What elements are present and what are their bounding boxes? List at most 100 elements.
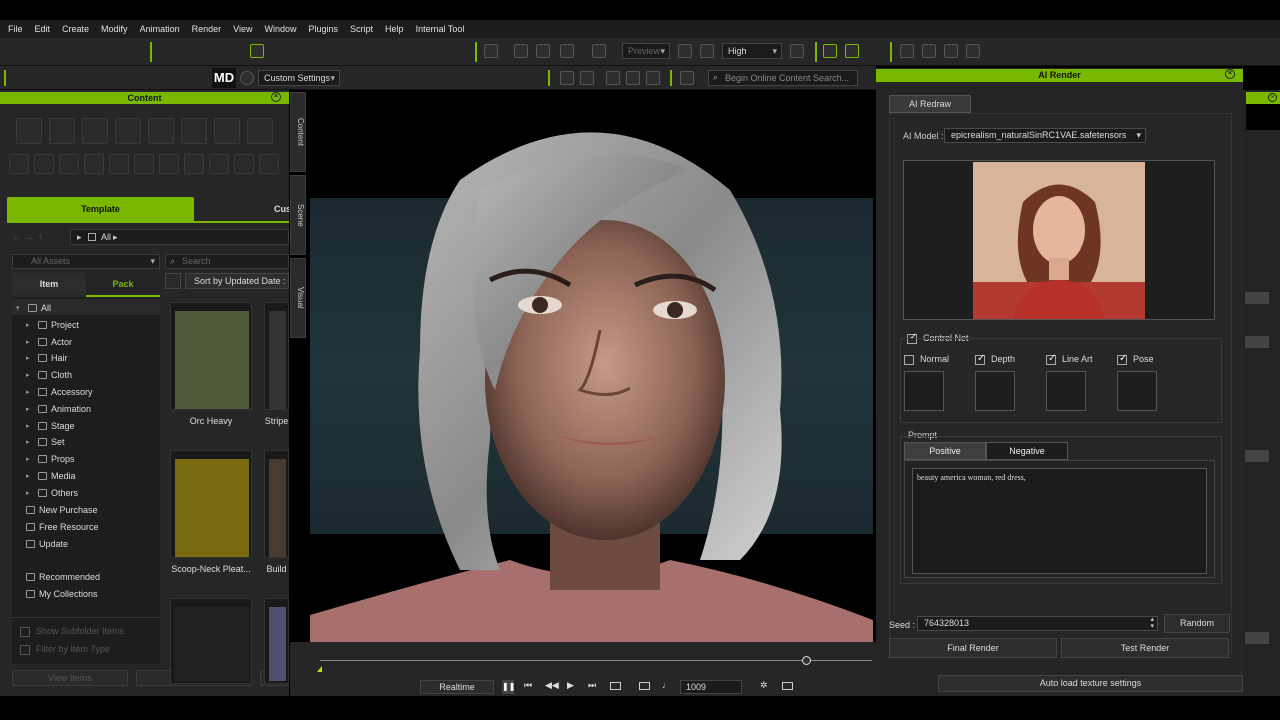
frame-number-field[interactable]: 1009 [680, 680, 742, 694]
ai-model-dropdown[interactable]: epicrealism_naturalSinRC1VAE.safetensors… [944, 128, 1146, 143]
test-render-button[interactable]: Test Render [1061, 638, 1229, 658]
close-icon[interactable]: × [1225, 69, 1235, 79]
audio-icon[interactable]: ♩ [662, 680, 671, 690]
menu-item-window[interactable]: Window [258, 24, 302, 34]
filter-slot[interactable] [159, 154, 179, 174]
plugin-icon[interactable] [680, 71, 694, 85]
strip-button[interactable] [1245, 632, 1269, 644]
link-update[interactable]: Update [26, 536, 68, 552]
expand-arrow-icon[interactable]: ▸ [26, 455, 34, 463]
filter-slot[interactable] [259, 154, 279, 174]
view-items-button[interactable]: View Items [12, 670, 128, 686]
checkbox[interactable] [1046, 353, 1056, 365]
pause-icon[interactable]: ❚❚ [502, 680, 515, 694]
flag-icon[interactable] [922, 44, 936, 58]
render-icon[interactable] [700, 44, 714, 58]
assets-filter-dropdown[interactable]: All Assets ▾ [12, 254, 160, 269]
expand-arrow-icon[interactable]: ▸ [26, 489, 34, 497]
content-type-icon[interactable] [247, 118, 273, 144]
asset-thumbnail[interactable] [170, 450, 252, 558]
settings-gear-icon[interactable]: ✲ [760, 680, 768, 691]
expand-arrow-icon[interactable]: ▸ [26, 354, 34, 362]
view-icon[interactable] [592, 44, 606, 58]
zoom-icon[interactable] [514, 44, 528, 58]
gizmo-icon[interactable] [845, 44, 859, 58]
close-icon[interactable]: × [271, 92, 281, 102]
list-icon[interactable] [966, 44, 980, 58]
expand-arrow-icon[interactable]: ▸ [26, 371, 34, 379]
quality-dropdown[interactable]: High [722, 43, 782, 59]
select-tool-icon[interactable] [250, 44, 264, 58]
filter-slot[interactable] [209, 154, 229, 174]
control-net-preview[interactable] [1046, 371, 1086, 411]
content-type-icon[interactable] [214, 118, 240, 144]
breadcrumb-all[interactable]: All [101, 232, 111, 242]
menu-item-render[interactable]: Render [186, 24, 228, 34]
tab-ai-redraw[interactable]: AI Redraw [889, 95, 971, 113]
side-tab-scene[interactable]: Scene [290, 175, 306, 255]
menu-item-plugins[interactable]: Plugins [303, 24, 345, 34]
caption-icon[interactable] [639, 682, 650, 690]
asset-thumbnail[interactable] [264, 450, 289, 558]
tree-item-cloth[interactable]: ▸ Cloth [26, 367, 72, 383]
strip-button[interactable] [1245, 292, 1269, 304]
expand-arrow-icon[interactable]: ▾ [16, 304, 24, 312]
checkbox[interactable] [1117, 353, 1127, 365]
preview-dropdown[interactable]: Preview [622, 43, 670, 59]
layout-icon[interactable] [606, 71, 620, 85]
grid-icon[interactable] [900, 44, 914, 58]
expand-arrow-icon[interactable]: ▸ [26, 321, 34, 329]
prompt-textarea[interactable]: beauty america woman, red dress, [912, 468, 1207, 574]
control-net-preview[interactable] [975, 371, 1015, 411]
content-type-icon[interactable] [181, 118, 207, 144]
extra-recommended[interactable]: Recommended [26, 569, 100, 585]
link-new-purchase[interactable]: New Purchase [26, 502, 98, 518]
expand-arrow-icon[interactable]: ▸ [26, 405, 34, 413]
tree-item-set[interactable]: ▸ Set [26, 434, 65, 450]
tab-positive[interactable]: Positive [904, 442, 986, 460]
3d-viewport[interactable] [310, 90, 873, 642]
tree-item-actor[interactable]: ▸ Actor [26, 334, 72, 350]
timeline-track[interactable] [320, 660, 872, 661]
box-icon[interactable] [646, 71, 660, 85]
expand-arrow-icon[interactable]: ▸ [26, 422, 34, 430]
pen-icon[interactable] [944, 44, 958, 58]
loop-icon[interactable] [610, 682, 621, 690]
menu-item-internal-tool[interactable]: Internal Tool [410, 24, 471, 34]
spinner-icon[interactable]: ▴ ▾ [1150, 616, 1154, 630]
subtab-item[interactable]: Item [12, 273, 86, 295]
render-preset-dropdown[interactable]: Custom Settings [258, 70, 340, 86]
gizmo-icon[interactable] [823, 44, 837, 58]
sort-dropdown[interactable]: Sort by Updated Date : Re [185, 273, 289, 289]
go-end-icon[interactable]: ⏭ [588, 680, 596, 691]
filter-slot[interactable] [59, 154, 79, 174]
tree-item-stage[interactable]: ▸ Stage [26, 418, 75, 434]
filter-type-option[interactable]: Filter by Item Type [20, 644, 110, 655]
menu-item-modify[interactable]: Modify [95, 24, 134, 34]
filter-slot[interactable] [184, 154, 204, 174]
tree-item-others[interactable]: ▸ Others [26, 485, 78, 501]
final-render-button[interactable]: Final Render [889, 638, 1057, 658]
breadcrumb[interactable]: ▸ All ▸ [70, 229, 289, 245]
side-tab-visual[interactable]: Visual [290, 258, 306, 338]
nav-arrows-icon[interactable]: ← → ↑ [12, 232, 43, 243]
filter-slot[interactable] [234, 154, 254, 174]
tree-item-media[interactable]: ▸ Media [26, 468, 76, 484]
frame-icon[interactable] [560, 44, 574, 58]
menu-item-file[interactable]: File [2, 24, 29, 34]
go-start-icon[interactable]: ⏮ [524, 680, 532, 691]
side-tab-content[interactable]: Content [290, 92, 306, 172]
asset-thumbnail[interactable] [170, 598, 252, 684]
asset-search-field[interactable]: ⌕ Search [165, 254, 289, 269]
asset-search-input[interactable]: Search [182, 256, 211, 266]
menu-item-view[interactable]: View [227, 24, 258, 34]
expand-arrow-icon[interactable]: ▸ [26, 388, 34, 396]
content-type-icon[interactable] [148, 118, 174, 144]
close-icon[interactable]: × [1268, 93, 1277, 102]
timeline-handle[interactable] [801, 656, 811, 665]
play-icon[interactable]: ▶ [567, 680, 574, 691]
expand-arrow-icon[interactable]: ▸ [26, 338, 34, 346]
control-net-normal[interactable]: Normal [904, 354, 949, 365]
filter-slot[interactable] [34, 154, 54, 174]
content-search-input[interactable]: Begin Online Content Search... [725, 73, 849, 83]
